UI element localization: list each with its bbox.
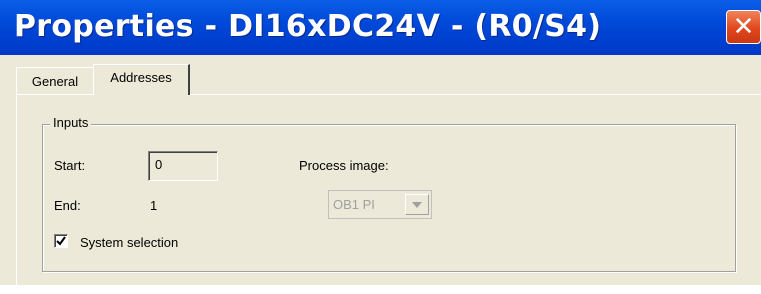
checkmark-icon — [56, 236, 66, 246]
close-icon: ✕ — [732, 12, 755, 42]
inputs-group-label: Inputs — [50, 115, 92, 130]
system-selection-label[interactable]: System selection — [80, 235, 178, 250]
window-title: Properties - DI16xDC24V - (R0/S4) — [14, 9, 602, 44]
start-label: Start: — [54, 158, 86, 173]
tab-general[interactable]: General — [16, 69, 94, 94]
chevron-down-icon — [412, 201, 422, 208]
system-selection-checkbox[interactable] — [54, 234, 68, 248]
close-button[interactable]: ✕ — [726, 10, 761, 44]
properties-dialog: Properties - DI16xDC24V - (R0/S4) ✕ Gene… — [0, 0, 761, 294]
title-bar[interactable]: Properties - DI16xDC24V - (R0/S4) ✕ — [0, 0, 761, 55]
end-label: End: — [54, 198, 81, 213]
start-address-field[interactable]: 0 — [148, 151, 218, 181]
dropdown-arrow-button[interactable] — [405, 194, 429, 215]
end-value: 1 — [150, 198, 158, 213]
process-image-label: Process image: — [299, 158, 389, 173]
process-image-value: OB1 PI — [333, 197, 375, 212]
process-image-dropdown[interactable]: OB1 PI — [328, 190, 432, 219]
tab-addresses[interactable]: Addresses — [93, 64, 190, 95]
